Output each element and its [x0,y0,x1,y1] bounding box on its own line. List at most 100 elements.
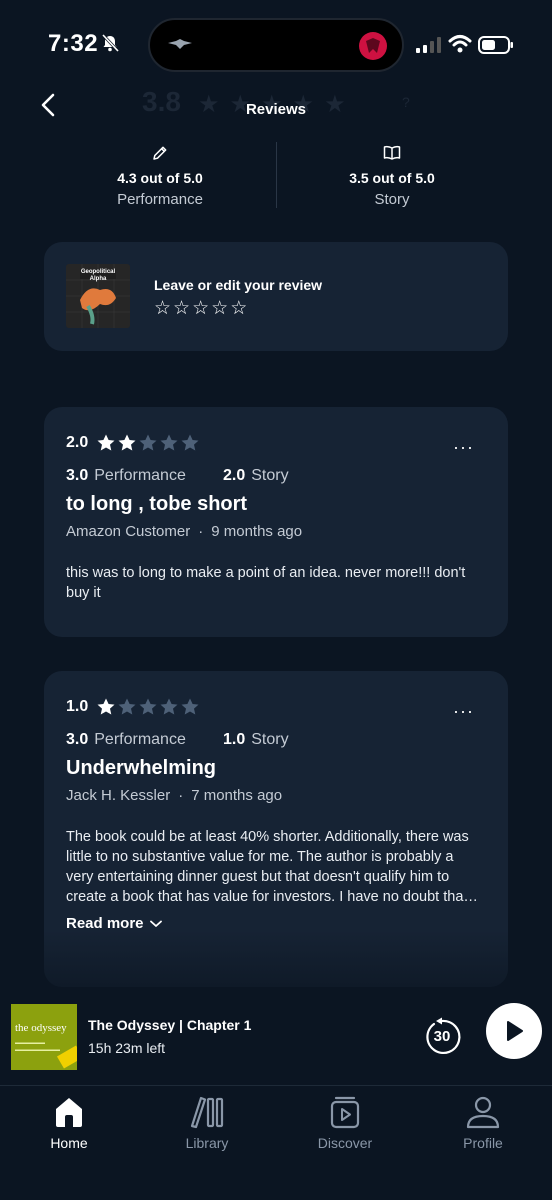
status-bar: 7:32 [0,0,552,90]
tab-label: Library [185,1135,229,1151]
raptors-logo-icon [359,32,387,60]
performance-summary: 4.3 out of 5.0 Performance [44,140,276,210]
empty-star-icon[interactable]: ☆ [154,299,171,319]
review-story: 1.0 Story [223,731,289,749]
review-date: 9 months ago [211,523,303,540]
empty-star-icon[interactable]: ☆ [211,299,228,319]
performance-score: 4.3 out of 5.0 [117,170,203,186]
filled-star-icon [118,434,136,451]
more-options-button[interactable]: ··· [453,702,474,720]
review-overall-score: 1.0 [66,698,89,715]
story-summary: 3.5 out of 5.0 Story [276,140,508,210]
skip-back-button[interactable]: 30 [422,1017,462,1057]
review-meta: Jack H. Kessler · 7 months ago [66,787,282,804]
mini-player[interactable]: the odyssey ▬▬▬▬▬▬ ▬▬▬▬▬▬▬▬▬ The Odyssey … [0,990,552,1086]
cover-title: the odyssey [15,1022,67,1034]
review-story-label: Story [251,467,289,484]
car-logo-icon [168,39,192,49]
review-performance: 3.0 Performance [66,731,223,749]
filled-star-icon [97,434,115,451]
review-title: to long , tobe short [66,493,248,515]
review-performance-label: Performance [94,731,186,748]
review-subscores: 3.0 Performance 2.0 Story [66,467,289,485]
ratings-summary: 4.3 out of 5.0 Performance 3.5 out of 5.… [44,140,508,210]
empty-star-icon [139,698,157,715]
play-button[interactable] [486,1003,542,1059]
review-overall-score: 2.0 [66,434,89,451]
empty-star-icon[interactable]: ☆ [192,299,209,319]
pencil-icon [153,146,167,160]
time-left: 15h 23m left [88,1040,166,1056]
review-date: 7 months ago [191,787,283,804]
library-icon [190,1096,224,1129]
filled-star-icon [97,698,115,715]
rating-star-input[interactable]: ☆ ☆ ☆ ☆ ☆ [154,299,247,319]
read-more-label: Read more [66,915,144,932]
skip-seconds: 30 [433,1028,451,1045]
status-time: 7:32 [48,30,99,57]
dynamic-island [148,18,404,72]
story-label: Story [374,191,410,208]
meta-separator: · [198,523,204,540]
profile-icon [466,1096,500,1129]
open-book-icon [383,145,401,160]
tab-label: Home [50,1135,88,1151]
empty-star-icon[interactable]: ☆ [173,299,190,319]
tab-discover[interactable]: Discover [290,1093,400,1151]
review-meta: Amazon Customer · 9 months ago [66,523,302,540]
tab-profile[interactable]: Profile [428,1093,538,1151]
empty-star-icon [181,434,199,451]
chevron-down-icon [149,920,162,927]
battery-icon [478,36,513,54]
empty-star-icon [181,698,199,715]
tab-home[interactable]: Home [14,1093,124,1151]
empty-star-icon [160,698,178,715]
book-cover-thumbnail: Geopolitical Alpha [66,264,130,328]
now-playing-cover[interactable]: the odyssey ▬▬▬▬▬▬ ▬▬▬▬▬▬▬▬▬ [11,1004,77,1070]
review-story-label: Story [251,731,289,748]
book-cover-title: Geopolitical Alpha [80,269,116,282]
cellular-signal-icon [416,37,441,53]
review-story-score: 2.0 [223,467,246,484]
review-card: 2.0 ··· 3.0 Performance 2.0 Story to long … [44,407,508,637]
review-story-score: 1.0 [223,731,246,748]
leave-review-title: Leave or edit your review [154,277,323,293]
leave-review-card[interactable]: Geopolitical Alpha Leave or edit your re… [44,242,508,351]
read-more-button[interactable]: Read more [66,915,162,932]
review-stars [96,433,200,453]
empty-star-icon [160,434,178,451]
review-body: The book could be at least 40% shorter. … [66,829,478,905]
discover-icon [330,1096,360,1129]
wifi-icon [448,35,472,53]
review-performance-score: 3.0 [66,467,89,484]
play-icon [507,1021,523,1041]
review-rating: 1.0 [66,697,200,717]
review-card: 1.0 ··· 3.0 Performance 1.0 Story Underwhe… [44,671,508,987]
empty-star-icon[interactable]: ☆ [230,299,247,319]
review-author: Jack H. Kessler [66,787,171,804]
bell-off-icon [101,33,120,53]
review-performance-label: Performance [94,467,186,484]
more-options-button[interactable]: ··· [453,438,474,456]
tab-label: Discover [317,1135,373,1151]
review-author: Amazon Customer [66,523,191,540]
review-performance-score: 3.0 [66,731,89,748]
review-rating: 2.0 [66,433,200,453]
tab-library[interactable]: Library [152,1093,262,1151]
review-story: 2.0 Story [223,467,289,485]
empty-star-icon [139,434,157,451]
review-title: Underwhelming [66,757,217,779]
performance-label: Performance [117,191,203,208]
page-title: Reviews [245,101,307,118]
review-subscores: 3.0 Performance 1.0 Story [66,731,289,749]
story-score: 3.5 out of 5.0 [349,170,435,186]
cover-author-lines: ▬▬▬▬▬▬ ▬▬▬▬▬▬▬▬▬ [15,1040,60,1053]
empty-star-icon [118,698,136,715]
now-playing-title: The Odyssey | Chapter 1 [88,1017,252,1033]
meta-separator: · [178,787,184,804]
home-icon [56,1098,82,1127]
review-stars [96,697,200,717]
tab-label: Profile [463,1135,503,1151]
review-body: this was to long to make a point of an i… [66,565,466,601]
tab-bar: Home Library Discover Profile [0,1087,552,1200]
